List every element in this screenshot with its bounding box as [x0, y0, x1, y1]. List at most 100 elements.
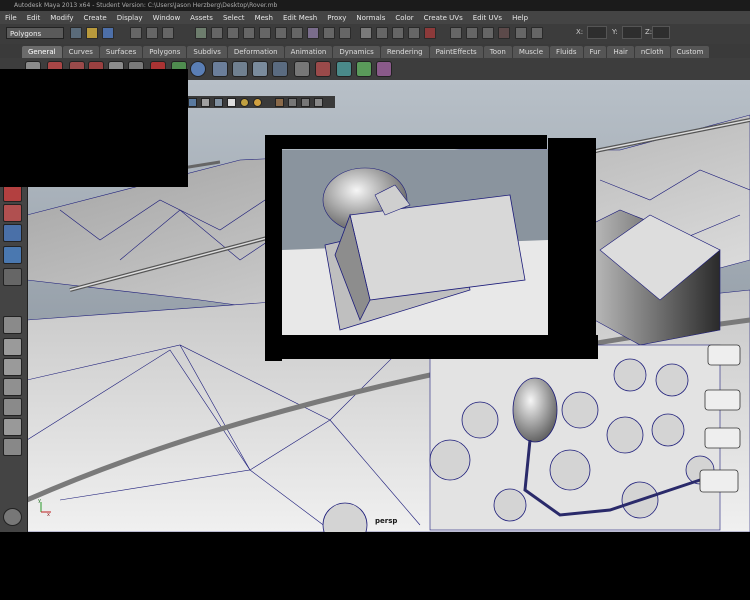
select-component-icon[interactable]	[162, 27, 174, 39]
coord-y-field[interactable]	[622, 26, 642, 39]
axis-y-label: y	[38, 498, 41, 504]
tab-general[interactable]: General	[22, 46, 62, 58]
freeze-transform-icon[interactable]	[336, 61, 352, 77]
tab-rendering[interactable]: Rendering	[380, 46, 429, 58]
cluster-icon[interactable]	[232, 61, 248, 77]
persp-outliner-layout-icon[interactable]	[3, 378, 22, 396]
select-handles-icon[interactable]	[195, 27, 207, 39]
highlight-selection-icon[interactable]	[339, 27, 351, 39]
checker-icon[interactable]	[227, 98, 236, 107]
select-object-icon[interactable]	[146, 27, 158, 39]
input-line-mode-icon[interactable]	[531, 27, 543, 39]
menu-edit-uvs[interactable]: Edit UVs	[468, 14, 507, 22]
menu-create-uvs[interactable]: Create UVs	[419, 14, 468, 22]
ipr-render-icon[interactable]	[482, 27, 494, 39]
select-joints-icon[interactable]	[211, 27, 223, 39]
menu-modify[interactable]: Modify	[45, 14, 78, 22]
joint-icon[interactable]	[272, 61, 288, 77]
tab-hair[interactable]: Hair	[607, 46, 634, 58]
menu-mesh[interactable]: Mesh	[250, 14, 278, 22]
tab-muscle[interactable]: Muscle	[512, 46, 550, 58]
history-icon[interactable]	[450, 27, 462, 39]
snap-point-icon[interactable]	[392, 27, 404, 39]
dope-sheet-layout-icon[interactable]	[3, 438, 22, 456]
menu-color[interactable]: Color	[390, 14, 418, 22]
xray-icon[interactable]	[288, 98, 297, 107]
scale-tool-icon[interactable]	[3, 204, 22, 222]
wireframe-icon[interactable]	[188, 98, 197, 107]
show-manip-icon[interactable]	[3, 268, 22, 286]
tab-deformation[interactable]: Deformation	[227, 46, 284, 58]
tab-ncloth[interactable]: nCloth	[634, 46, 670, 58]
snap-curve-icon[interactable]	[376, 27, 388, 39]
isolate-select-icon[interactable]	[275, 98, 284, 107]
bottom-black-area	[0, 532, 750, 600]
select-rendering-icon[interactable]	[291, 27, 303, 39]
shadows-icon[interactable]	[253, 98, 262, 107]
menu-normals[interactable]: Normals	[351, 14, 390, 22]
graph-editor-layout-icon[interactable]	[3, 418, 22, 436]
hypershade-icon[interactable]	[515, 27, 527, 39]
panel-layout-icon[interactable]	[314, 98, 323, 107]
soft-mod-icon[interactable]	[3, 246, 22, 264]
tab-dynamics[interactable]: Dynamics	[333, 46, 380, 58]
snap-grid-icon[interactable]	[360, 27, 372, 39]
center-pivot-icon[interactable]	[356, 61, 372, 77]
tab-fur[interactable]: Fur	[583, 46, 607, 58]
menu-set-dropdown[interactable]: Polygons	[6, 27, 64, 39]
menu-window[interactable]: Window	[148, 14, 186, 22]
new-scene-icon[interactable]	[70, 27, 82, 39]
time-slider-icon[interactable]	[3, 508, 22, 526]
textured-icon[interactable]	[214, 98, 223, 107]
menu-file[interactable]: File	[0, 14, 22, 22]
select-deformations-icon[interactable]	[259, 27, 271, 39]
tab-painteffects[interactable]: PaintEffects	[429, 46, 483, 58]
menu-create[interactable]: Create	[78, 14, 111, 22]
window-title-bar: Autodesk Maya 2013 x64 - Student Version…	[0, 0, 750, 11]
render-settings-icon[interactable]	[498, 27, 510, 39]
select-surfaces-icon[interactable]	[243, 27, 255, 39]
coord-z-field[interactable]	[652, 26, 670, 39]
four-view-layout-icon[interactable]	[3, 338, 22, 356]
tab-toon[interactable]: Toon	[483, 46, 512, 58]
menu-display[interactable]: Display	[112, 14, 148, 22]
select-dynamics-icon[interactable]	[275, 27, 287, 39]
lattice-icon[interactable]	[252, 61, 268, 77]
menu-edit[interactable]: Edit	[22, 14, 46, 22]
tab-subdivs[interactable]: Subdivs	[187, 46, 227, 58]
tab-surfaces[interactable]: Surfaces	[99, 46, 143, 58]
smooth-shade-icon[interactable]	[201, 98, 210, 107]
snap-view-plane-icon[interactable]	[408, 27, 420, 39]
menu-assets[interactable]: Assets	[185, 14, 218, 22]
select-misc-icon[interactable]	[307, 27, 319, 39]
select-hierarchy-icon[interactable]	[130, 27, 142, 39]
tab-animation[interactable]: Animation	[284, 46, 333, 58]
lights-icon[interactable]	[240, 98, 249, 107]
hypershade-layout-icon[interactable]	[3, 398, 22, 416]
menu-select[interactable]: Select	[218, 14, 250, 22]
select-curves-icon[interactable]	[227, 27, 239, 39]
menu-help[interactable]: Help	[507, 14, 533, 22]
menu-edit-mesh[interactable]: Edit Mesh	[278, 14, 322, 22]
make-live-icon[interactable]	[424, 27, 436, 39]
camera-name-label: persp	[375, 517, 398, 525]
sphere-light-icon[interactable]	[190, 61, 206, 77]
lock-selection-icon[interactable]	[323, 27, 335, 39]
menu-proxy[interactable]: Proxy	[322, 14, 351, 22]
tab-curves[interactable]: Curves	[62, 46, 99, 58]
universal-manip-icon[interactable]	[3, 224, 22, 242]
camera-icon[interactable]	[212, 61, 228, 77]
xray-joints-icon[interactable]	[301, 98, 310, 107]
tab-fluids[interactable]: Fluids	[550, 46, 583, 58]
tab-custom[interactable]: Custom	[670, 46, 710, 58]
coord-x-field[interactable]	[587, 26, 607, 39]
history-delete-icon[interactable]	[315, 61, 331, 77]
tab-polygons[interactable]: Polygons	[143, 46, 187, 58]
open-scene-icon[interactable]	[86, 27, 98, 39]
save-scene-icon[interactable]	[102, 27, 114, 39]
persp-graph-layout-icon[interactable]	[3, 358, 22, 376]
render-frame-icon[interactable]	[466, 27, 478, 39]
hypershade-shelf-icon[interactable]	[376, 61, 392, 77]
group-icon[interactable]	[294, 61, 310, 77]
single-perspective-layout-icon[interactable]	[3, 316, 22, 334]
